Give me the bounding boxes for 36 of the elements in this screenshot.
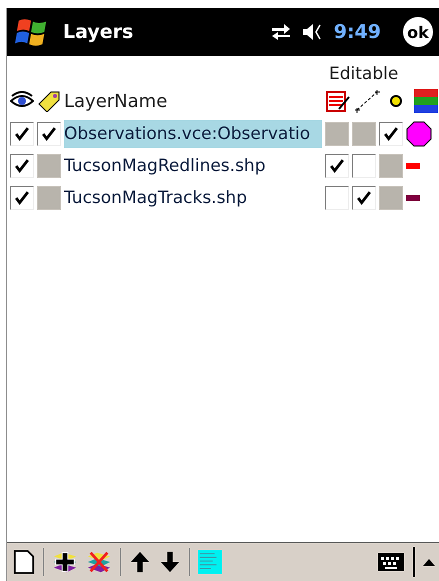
remove-layer-icon[interactable] bbox=[86, 549, 112, 575]
window-title: Layers bbox=[63, 21, 134, 43]
checkbox[interactable] bbox=[352, 186, 376, 210]
checkbox[interactable] bbox=[379, 122, 403, 146]
layer-name[interactable]: TucsonMagRedlines.shp bbox=[64, 152, 322, 180]
checkbox[interactable] bbox=[37, 122, 61, 146]
checkbox[interactable] bbox=[325, 186, 349, 210]
down-arrow-icon[interactable] bbox=[159, 550, 181, 574]
up-arrow-icon[interactable] bbox=[129, 550, 151, 574]
column-group-heading: Editable bbox=[329, 64, 398, 84]
column-heading[interactable]: LayerName bbox=[64, 90, 322, 112]
layer-name[interactable]: Observations.vce:Observatio bbox=[64, 120, 322, 148]
checkbox[interactable] bbox=[10, 186, 34, 210]
checkmark-icon bbox=[330, 159, 344, 173]
clock-time[interactable]: 9:49 bbox=[334, 21, 381, 43]
checkbox[interactable] bbox=[10, 154, 34, 178]
point-symbol-icon[interactable] bbox=[406, 121, 432, 147]
tag-icon[interactable] bbox=[37, 90, 61, 112]
list-view-icon[interactable] bbox=[198, 550, 222, 574]
checkmark-icon bbox=[15, 191, 29, 205]
caret-up-icon[interactable] bbox=[423, 558, 435, 566]
connection-arrows-icon[interactable] bbox=[270, 23, 292, 41]
new-page-icon[interactable] bbox=[13, 549, 35, 575]
checkmark-icon bbox=[42, 127, 56, 141]
checkmark-icon bbox=[357, 191, 371, 205]
checkbox[interactable] bbox=[10, 122, 34, 146]
checkmark-icon bbox=[15, 127, 29, 141]
checkbox[interactable] bbox=[352, 154, 376, 178]
checkmark-icon bbox=[384, 127, 398, 141]
keyboard-icon[interactable] bbox=[377, 552, 405, 572]
layer-name[interactable]: TucsonMagTracks.shp bbox=[64, 184, 322, 212]
checkmark-icon bbox=[15, 159, 29, 173]
checkbox[interactable] bbox=[325, 154, 349, 178]
notepad-pencil-icon[interactable] bbox=[325, 89, 351, 113]
ok-button[interactable]: ok bbox=[403, 17, 433, 47]
line-edit-icon[interactable] bbox=[354, 89, 380, 113]
